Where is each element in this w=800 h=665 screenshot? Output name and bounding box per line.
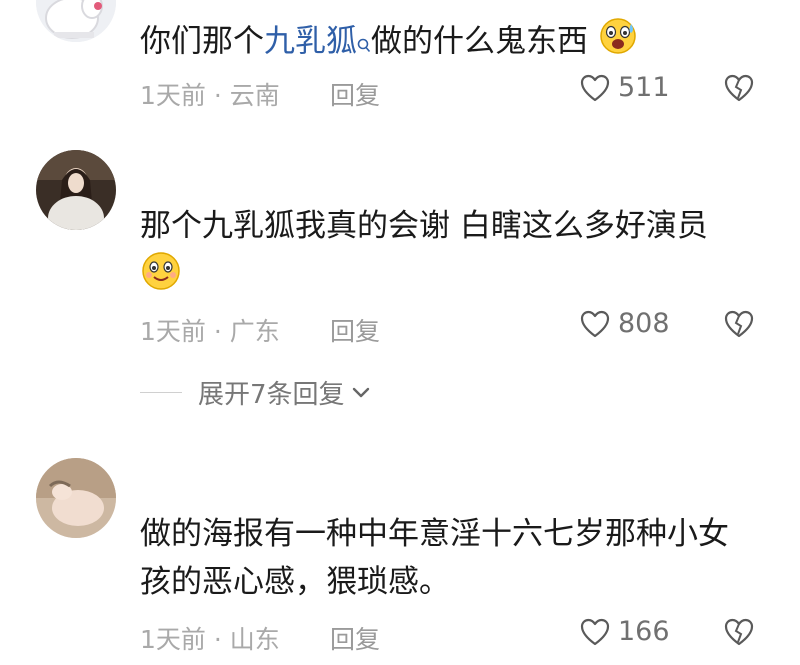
avatar[interactable] <box>36 150 116 230</box>
expand-replies-label: 展开7条回复 <box>198 379 345 410</box>
heart-icon <box>580 310 610 337</box>
like-count: 166 <box>618 616 670 647</box>
like-button[interactable]: 808 <box>580 308 670 339</box>
reply-button[interactable]: 回复 <box>330 620 380 656</box>
comment-text: 那个九乳狐我真的会谢 白瞎这么多好演员 <box>140 202 770 306</box>
heart-icon <box>580 74 610 101</box>
comment-meta: 1天前 · 山东 回复 166 <box>140 616 780 656</box>
chevron-down-icon <box>351 377 371 407</box>
like-button[interactable]: 166 <box>580 616 670 647</box>
dislike-button[interactable] <box>724 310 754 344</box>
comment-time-location: 1天前 · 云南 <box>140 81 280 110</box>
comment-time-location: 1天前 · 山东 <box>140 625 280 654</box>
like-count: 511 <box>618 72 670 103</box>
comment-time-location: 1天前 · 广东 <box>140 317 280 346</box>
avatar[interactable] <box>36 0 116 42</box>
heart-icon <box>580 618 610 645</box>
scared-emoji-icon <box>598 16 640 70</box>
divider <box>140 391 182 393</box>
broken-heart-icon <box>724 310 754 338</box>
broken-heart-icon <box>724 74 754 102</box>
comment-meta: 1天前 · 云南 回复 511 <box>140 72 780 112</box>
expand-replies-button[interactable]: 展开7条回复 <box>140 372 371 412</box>
dislike-button[interactable] <box>724 74 754 108</box>
dislike-button[interactable] <box>724 618 754 652</box>
avatar[interactable] <box>36 458 116 538</box>
comment-text: 你们那个九乳狐 做的什么鬼东西 <box>140 16 770 70</box>
smile-emoji-icon <box>140 250 182 306</box>
search-link[interactable]: 九乳狐 <box>264 24 357 60</box>
reply-button[interactable]: 回复 <box>330 312 380 348</box>
like-count: 808 <box>618 308 670 339</box>
comment-text: 做的海报有一种中年意淫十六七岁那种小女孩的恶心感，猥琐感。 <box>140 516 729 600</box>
like-button[interactable]: 511 <box>580 72 670 103</box>
search-icon[interactable] <box>357 20 371 68</box>
comment-meta: 1天前 · 广东 回复 808 <box>140 308 780 348</box>
reply-button[interactable]: 回复 <box>330 76 380 112</box>
broken-heart-icon <box>724 618 754 646</box>
